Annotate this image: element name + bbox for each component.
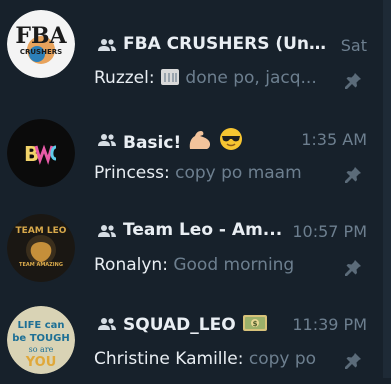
chat-time: 1:35 AM bbox=[301, 130, 367, 149]
pin-icon bbox=[345, 167, 361, 183]
message-preview: Princess: copy po maam bbox=[94, 163, 334, 183]
chat-title: Basic! bbox=[123, 127, 253, 153]
message-preview: Christine Kamille: copy po bbox=[94, 349, 339, 369]
avatar-line-3: so are bbox=[29, 345, 54, 354]
message-preview: Ronalyn: Good morning bbox=[94, 255, 334, 275]
scrollbar[interactable] bbox=[383, 0, 391, 378]
chat-title-text: SQUAD_LEO bbox=[123, 315, 236, 335]
chat-row-fba-crushers[interactable]: FBA CRUSHERS FBA CRUSHERS (Uno... Sat Ru… bbox=[0, 0, 379, 92]
avatar-line-4: YOU bbox=[25, 355, 57, 370]
flexed-biceps-icon bbox=[189, 131, 211, 149]
chat-title-text: Basic! bbox=[123, 133, 182, 153]
chat-time: 11:39 PM bbox=[292, 315, 367, 334]
preview-sender: Princess: bbox=[94, 163, 170, 183]
group-icon bbox=[98, 134, 116, 146]
avatar: TEAM LEO TEAM AMAZING bbox=[7, 214, 75, 282]
pin-icon bbox=[345, 260, 361, 276]
chat-title: FBA CRUSHERS (Uno... bbox=[123, 34, 331, 54]
chat-time: Sat bbox=[340, 36, 367, 55]
money-icon: $ bbox=[242, 315, 267, 331]
pin-icon bbox=[345, 73, 361, 89]
avatar-text: TEAM LEO bbox=[16, 226, 67, 236]
chat-row-squad-leo[interactable]: LIFE can be TOUGH so are YOU SQUAD_LEO $… bbox=[0, 292, 379, 384]
pin-icon bbox=[345, 353, 361, 369]
avatar: B bbox=[7, 119, 75, 187]
avatar-text: FBA bbox=[15, 23, 67, 49]
chat-time: 10:57 PM bbox=[292, 222, 367, 241]
preview-sender: Ruzzel: bbox=[94, 68, 155, 88]
cool-face-icon bbox=[220, 128, 243, 150]
group-icon bbox=[98, 225, 116, 237]
avatar-subtext: TEAM AMAZING bbox=[19, 262, 63, 268]
svg-text:$: $ bbox=[252, 320, 257, 328]
avatar: FBA CRUSHERS bbox=[7, 10, 75, 78]
avatar-line-1: LIFE can bbox=[17, 320, 64, 331]
preview-text: copy po bbox=[248, 349, 317, 369]
group-icon bbox=[98, 39, 116, 51]
group-icon bbox=[98, 318, 116, 330]
chat-list: FBA CRUSHERS FBA CRUSHERS (Uno... Sat Ru… bbox=[0, 0, 379, 378]
preview-text: done po, jacq... bbox=[185, 68, 317, 88]
image-thumbnail-icon bbox=[161, 69, 179, 85]
chat-title: SQUAD_LEO $ bbox=[123, 313, 283, 335]
preview-text: copy po maam bbox=[175, 163, 302, 183]
avatar: LIFE can be TOUGH so are YOU bbox=[7, 306, 75, 374]
preview-sender: Christine Kamille: bbox=[94, 349, 244, 369]
message-preview: Ruzzel: done po, jacq... bbox=[94, 68, 334, 88]
chat-row-team-leo[interactable]: TEAM LEO TEAM AMAZING Team Leo - Am... 1… bbox=[0, 199, 379, 291]
avatar-line-2: be TOUGH bbox=[12, 333, 69, 344]
avatar-subtext: CRUSHERS bbox=[20, 48, 62, 56]
chat-title: Team Leo - Am... bbox=[123, 220, 283, 240]
preview-sender: Ronalyn: bbox=[94, 255, 168, 275]
chat-row-basic[interactable]: B Basic! 1:35 AM Princess: copy po maam bbox=[0, 105, 379, 197]
preview-text: Good morning bbox=[173, 255, 295, 275]
